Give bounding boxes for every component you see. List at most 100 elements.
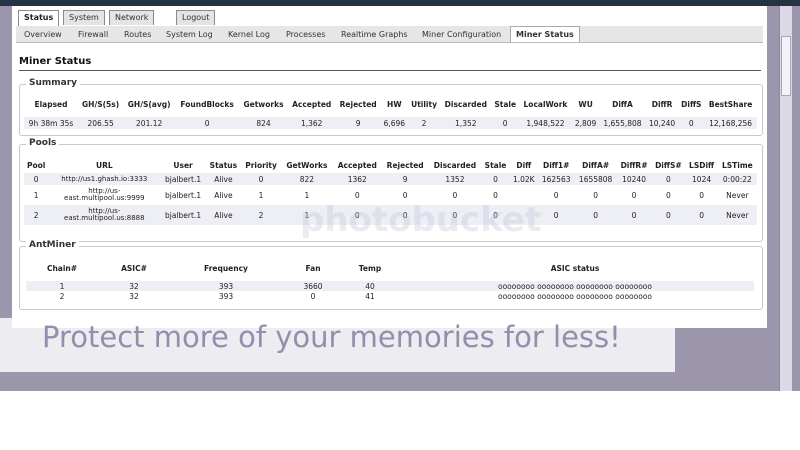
chain-cell: 0: [310, 291, 316, 301]
scrollbar-thumb[interactable]: [781, 36, 791, 96]
summary-header: GH/S(5s): [82, 99, 120, 109]
summary-header: HW: [387, 99, 402, 109]
pool-cell: 1024: [685, 173, 718, 185]
subtab-kernel-log[interactable]: Kernel Log: [223, 27, 275, 42]
chain-cell: 3660: [282, 281, 344, 291]
pools-header: Diff1#: [543, 160, 570, 170]
summary-legend: Summary: [26, 78, 81, 88]
pool-cell: 1.02K: [509, 173, 538, 185]
subtab-realtime-graphs[interactable]: Realtime Graphs: [336, 27, 413, 42]
antminer-header: Frequency: [204, 263, 248, 273]
summary-header: WU: [578, 99, 593, 109]
pool-cell: 2: [24, 205, 49, 225]
pool-cell: Never: [717, 205, 757, 225]
chain-cell: 40: [344, 281, 396, 291]
pool-cell: 0: [665, 190, 671, 200]
pools-header: LSTime: [721, 160, 753, 170]
summary-cell: 9h 38m 35s: [24, 117, 78, 129]
summary-cell: 2: [407, 117, 441, 129]
pool-url-link[interactable]: http://us-east.multipool.us:9999: [48, 185, 160, 205]
subtab-processes[interactable]: Processes: [281, 27, 330, 42]
pools-header: Diff: [516, 160, 532, 170]
pool-cell: [509, 205, 538, 225]
summary-cell: 6,696: [380, 117, 408, 129]
pool-cell: 0: [332, 205, 382, 225]
pools-header: LSDiff: [689, 160, 715, 170]
summary-cell: 0: [175, 117, 240, 129]
summary-cell: 1,948,522: [518, 117, 573, 129]
pool-cell: 822: [281, 173, 333, 185]
pool-cell: 1: [304, 190, 310, 200]
subtab-firewall[interactable]: Firewall: [73, 27, 113, 42]
chain-cell: 1: [26, 281, 98, 291]
pool-cell: 0: [240, 173, 282, 185]
pool-cell: Alive: [214, 190, 233, 200]
subtab-miner-status[interactable]: Miner Status: [510, 26, 580, 42]
tab-network[interactable]: Network: [109, 10, 155, 25]
subtab-system-log[interactable]: System Log: [161, 27, 218, 42]
pools-header: Stale: [484, 160, 507, 170]
antminer-header: ASIC status: [550, 263, 600, 273]
pools-header: DiffA#: [582, 160, 610, 170]
subtab-routes[interactable]: Routes: [119, 27, 156, 42]
summary-header: Elapsed: [34, 99, 68, 109]
pool-cell: 0: [537, 205, 575, 225]
pool-cell: 1: [33, 190, 39, 200]
pool-cell: Never: [726, 190, 749, 200]
vertical-scrollbar[interactable]: [779, 6, 792, 391]
summary-cell: 201.12: [123, 117, 176, 129]
pool-cell: 0: [651, 205, 686, 225]
pools-header: User: [173, 160, 193, 170]
tab-status[interactable]: Status: [18, 10, 60, 26]
sub-navigation: Overview Firewall Routes System Log Kern…: [16, 26, 763, 43]
pool-cell: 0: [354, 190, 360, 200]
page-title: Miner Status: [19, 56, 92, 67]
pools-header: DiffR#: [620, 160, 648, 170]
summary-cell: 1,362: [287, 117, 336, 129]
pools-header: Discarded: [433, 160, 477, 170]
pools-header: DiffS#: [655, 160, 682, 170]
summary-header: FoundBlocks: [180, 99, 234, 109]
summary-cell: 12,168,256: [704, 117, 757, 129]
summary-cell: 0: [491, 117, 519, 129]
summary-header: Stale: [494, 99, 517, 109]
pools-header: URL: [96, 160, 113, 170]
summary-header: DiffS: [681, 99, 702, 109]
asic-status: oooooooo oooooooo oooooooo oooooooo: [498, 291, 652, 301]
chain-row: 1 32 393 3660 40 oooooooo oooooooo ooooo…: [26, 281, 754, 291]
chain-row: 2 32 393 0 41 oooooooo oooooooo oooooooo…: [26, 291, 754, 301]
chain-cell: 393: [170, 281, 282, 291]
tab-system[interactable]: System: [63, 10, 105, 25]
pool-cell: 0: [553, 190, 559, 200]
summary-cell: 2,809: [572, 117, 600, 129]
pools-header: Status: [209, 160, 238, 170]
summary-header: Getworks: [243, 99, 284, 109]
pool-cell: 10240: [616, 173, 652, 185]
summary-cell: 9: [335, 117, 381, 129]
pool-cell: 0: [593, 190, 599, 200]
tab-logout[interactable]: Logout: [176, 10, 216, 25]
pool-row: 1 http://us-east.multipool.us:9999 bjalb…: [24, 185, 757, 205]
pool-row: 0 http://us1.ghash.io:3333 bjalbert.1 Al…: [24, 173, 757, 185]
pool-cell: [510, 185, 538, 205]
pool-cell: 0: [493, 190, 498, 200]
pools-header: Pool: [26, 160, 46, 170]
pool-url-link[interactable]: http://us1.ghash.io:3333: [48, 173, 161, 185]
pool-url-link[interactable]: http://us-east.multipool.us:8888: [48, 205, 161, 225]
antminer-legend: AntMiner: [26, 240, 79, 250]
chain-cell: 32: [98, 281, 170, 291]
pool-cell: 9: [381, 173, 429, 185]
pool-cell: 1362: [332, 173, 382, 185]
pool-cell: bjalbert.1: [160, 205, 206, 225]
pool-cell: 1: [258, 190, 264, 200]
summary-header: DiffR: [651, 99, 673, 109]
pool-cell: 1352: [428, 173, 482, 185]
antminer-header: Chain#: [46, 263, 78, 273]
pool-cell: 0: [574, 205, 617, 225]
chain-cell: 2: [59, 291, 65, 301]
pool-cell: 0: [685, 205, 718, 225]
subtab-miner-configuration[interactable]: Miner Configuration: [417, 27, 506, 42]
summary-cell: 206.55: [77, 117, 124, 129]
subtab-overview[interactable]: Overview: [19, 27, 67, 42]
summary-header: Rejected: [339, 99, 377, 109]
